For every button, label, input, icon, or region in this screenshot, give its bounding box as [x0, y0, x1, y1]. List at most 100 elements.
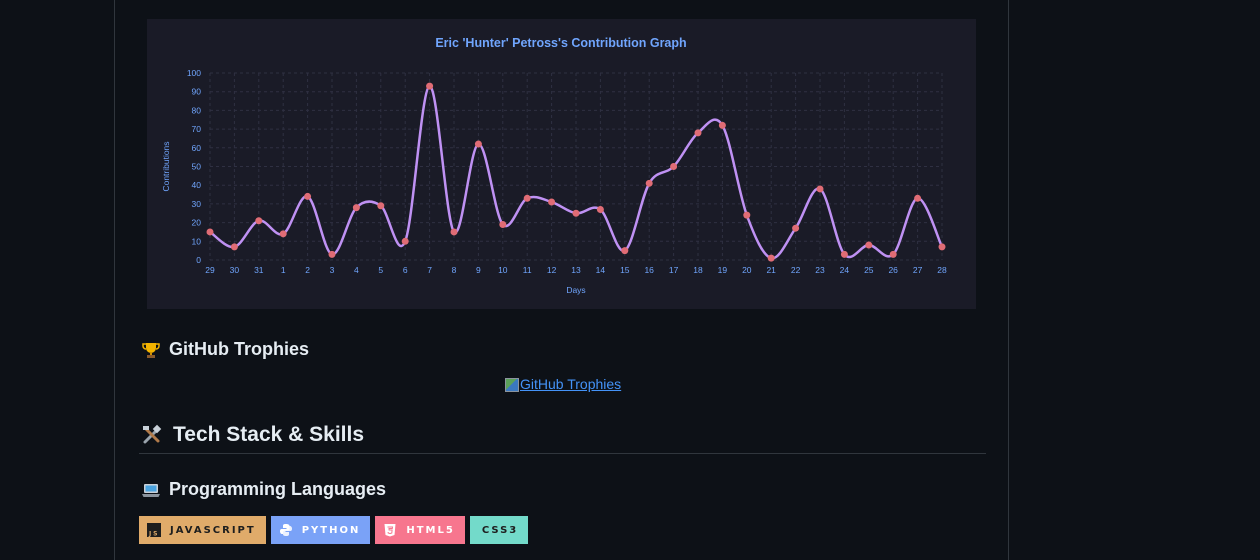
data-point	[426, 82, 434, 90]
x-tick-label: 4	[354, 265, 359, 275]
data-point	[596, 206, 604, 214]
x-tick-label: 22	[791, 265, 801, 275]
data-point	[889, 250, 897, 258]
x-tick-label: 23	[815, 265, 825, 275]
x-tick-label: 6	[403, 265, 408, 275]
data-point	[743, 211, 751, 219]
chart-title: Eric 'Hunter' Petross's Contribution Gra…	[435, 36, 686, 50]
data-point	[645, 179, 653, 187]
html5-icon	[383, 523, 397, 537]
y-tick-label: 90	[192, 87, 202, 97]
broken-image-icon	[505, 378, 519, 392]
python-icon	[279, 523, 293, 537]
data-point	[304, 192, 312, 200]
contribution-chart-svg: Eric 'Hunter' Petross's Contribution Gra…	[161, 36, 947, 295]
contribution-graph: Eric 'Hunter' Petross's Contribution Gra…	[147, 19, 976, 309]
x-axis-label: Days	[566, 285, 585, 295]
x-tick-label: 12	[547, 265, 557, 275]
x-tick-label: 20	[742, 265, 752, 275]
x-tick-label: 19	[718, 265, 728, 275]
y-tick-label: 50	[192, 162, 202, 172]
data-point	[792, 224, 800, 232]
languages-heading-text: Programming Languages	[169, 479, 387, 499]
badge-python-label: PYTHON	[301, 524, 361, 536]
x-tick-label: 7	[427, 265, 432, 275]
x-tick-label: 9	[476, 265, 481, 275]
y-tick-label: 30	[192, 199, 202, 209]
data-point	[767, 254, 775, 262]
github-trophies-link[interactable]: GitHub Trophies	[505, 376, 621, 392]
data-point	[694, 129, 702, 137]
y-tick-label: 20	[192, 218, 202, 228]
data-point	[914, 194, 922, 202]
badge-javascript[interactable]: JS JAVASCRIPT	[139, 516, 266, 544]
x-tick-label: 25	[864, 265, 874, 275]
badge-python[interactable]: PYTHON	[270, 516, 371, 544]
data-point	[670, 163, 678, 170]
badge-html5[interactable]: HTML5	[375, 516, 465, 544]
badge-javascript-label: JAVASCRIPT	[170, 524, 256, 536]
x-tick-label: 24	[840, 265, 850, 275]
y-tick-label: 100	[187, 68, 201, 78]
x-tick-label: 18	[693, 265, 703, 275]
data-point	[352, 204, 360, 212]
data-point	[938, 243, 946, 251]
data-point	[572, 209, 580, 217]
x-tick-label: 8	[452, 265, 457, 275]
data-point	[401, 237, 409, 245]
readme-content: Eric 'Hunter' Petross's Contribution Gra…	[114, 0, 1009, 560]
y-tick-label: 10	[192, 236, 202, 246]
data-point	[523, 194, 531, 202]
javascript-icon: JS	[147, 523, 161, 537]
x-tick-label: 3	[330, 265, 335, 275]
x-tick-label: 11	[523, 265, 532, 275]
x-tick-label: 13	[571, 265, 581, 275]
data-point	[230, 243, 238, 251]
data-point	[548, 198, 556, 206]
data-point	[816, 185, 824, 193]
data-point	[206, 228, 214, 236]
data-point	[328, 250, 336, 258]
x-tick-label: 15	[620, 265, 630, 275]
x-tick-label: 28	[937, 265, 947, 275]
data-point	[255, 217, 263, 225]
tech-stack-heading: Tech Stack & Skills	[141, 423, 364, 447]
x-tick-label: 26	[888, 265, 898, 275]
x-tick-label: 1	[281, 265, 286, 275]
x-tick-label: 2	[305, 265, 310, 275]
data-point	[621, 247, 629, 255]
trophies-heading-text: GitHub Trophies	[169, 339, 310, 359]
data-point	[499, 220, 507, 228]
data-point	[450, 228, 458, 236]
x-tick-label: 16	[644, 265, 654, 275]
data-point	[279, 230, 287, 238]
x-tick-label: 29	[205, 265, 215, 275]
x-tick-label: 21	[766, 265, 776, 275]
languages-heading: Programming Languages	[141, 479, 386, 500]
data-point	[840, 250, 848, 258]
trophy-icon	[141, 340, 161, 360]
github-trophies-link-text: GitHub Trophies	[520, 376, 622, 392]
x-tick-label: 5	[378, 265, 383, 275]
language-badges: JS JAVASCRIPT PYTHON HTML5 CSS3	[139, 516, 529, 544]
x-tick-label: 30	[230, 265, 240, 275]
x-tick-label: 27	[913, 265, 923, 275]
data-point	[474, 140, 482, 148]
y-tick-label: 70	[192, 124, 202, 134]
data-point	[865, 241, 873, 249]
tech-stack-heading-text: Tech Stack & Skills	[173, 423, 365, 446]
badge-css3[interactable]: CSS3	[469, 516, 529, 544]
x-tick-label: 17	[669, 265, 679, 275]
badge-html5-label: HTML5	[406, 524, 455, 536]
data-point	[718, 121, 726, 129]
y-tick-label: 0	[196, 255, 201, 265]
x-tick-label: 10	[498, 265, 508, 275]
svg-text:JS: JS	[148, 531, 160, 538]
y-tick-label: 60	[192, 143, 202, 153]
data-point	[377, 202, 385, 210]
trophies-heading: GitHub Trophies	[141, 339, 309, 360]
y-tick-label: 40	[192, 180, 202, 190]
laptop-icon	[141, 480, 161, 500]
badge-css3-label: CSS3	[481, 524, 519, 536]
y-axis-label: Contributions	[161, 141, 171, 191]
